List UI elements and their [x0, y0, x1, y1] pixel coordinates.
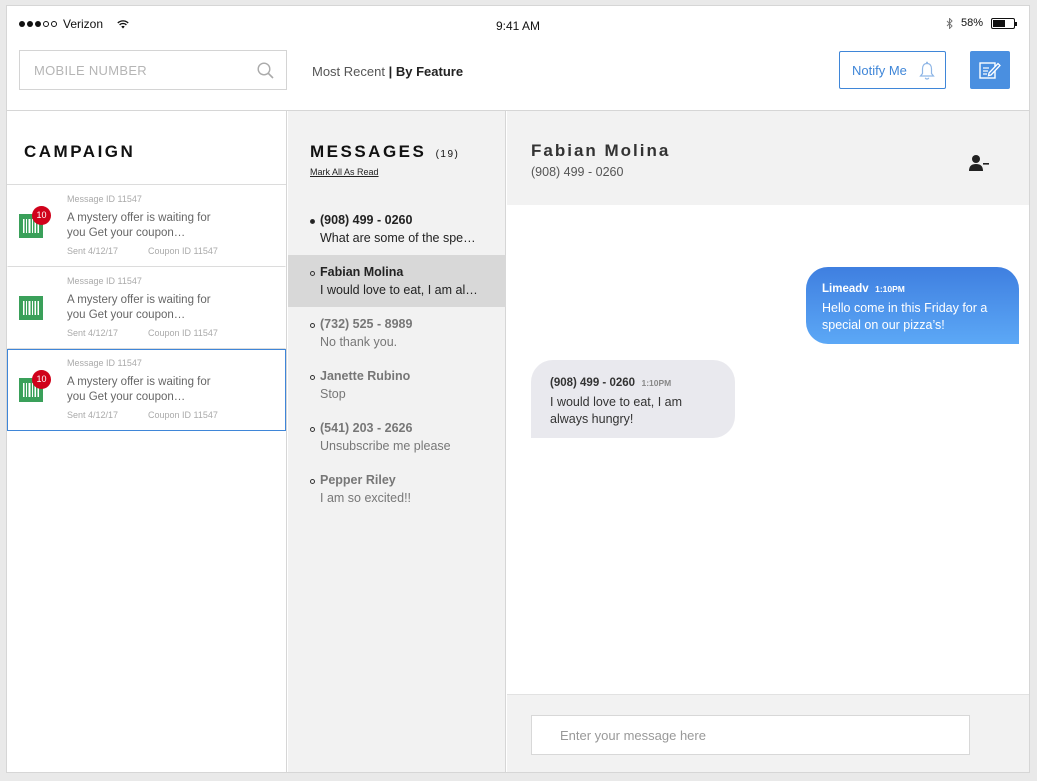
status-bar: Verizon 9:41 AM 58%: [7, 6, 1029, 42]
sort-selector: Most Recent | By Feature: [312, 64, 463, 79]
bubble-sender: (908) 499 - 0260: [550, 377, 636, 389]
unread-badge: 10: [32, 206, 51, 225]
search-box: [19, 50, 287, 90]
sort-most-recent[interactable]: Most Recent: [312, 64, 385, 79]
notify-me-label: Notify Me: [852, 62, 907, 78]
message-id: Message ID 11547: [67, 276, 142, 286]
message-preview: Stop: [320, 387, 346, 401]
list-item[interactable]: Pepper Riley I am so excited!!: [288, 463, 506, 515]
unread-dot: [310, 219, 315, 224]
coupon-id: Coupon ID 11547: [148, 246, 218, 256]
read-dot: [310, 271, 315, 276]
contact-phone: (908) 499 - 0260: [531, 165, 624, 179]
campaign-panel: CAMPAIGN 10 Message ID 11547 A mystery o…: [7, 111, 287, 772]
search-icon[interactable]: [257, 62, 274, 79]
read-dot: [310, 427, 315, 432]
message-preview: What are some of the specials today?: [320, 231, 480, 245]
conversation-panel: Fabian Molina (908) 499 - 0260 Limeadv 1…: [507, 111, 1029, 772]
message-id: Message ID 11547: [67, 358, 142, 368]
messages-title-text: MESSAGES: [310, 142, 427, 161]
list-item[interactable]: (732) 525 - 8989 No thank you.: [288, 307, 506, 359]
campaign-item[interactable]: Message ID 11547 A mystery offer is wait…: [7, 267, 286, 349]
bubble-body: Hello come in this Friday for a special …: [822, 301, 988, 332]
message-sender: Pepper Riley: [320, 473, 396, 487]
campaign-item[interactable]: 10 Message ID 11547 A mystery offer is w…: [7, 185, 286, 267]
conversation-header: Fabian Molina (908) 499 - 0260: [507, 111, 1029, 205]
read-dot: [310, 323, 315, 328]
bell-icon: [919, 61, 935, 80]
messages-panel: MESSAGES (19) Mark All As Read (908) 499…: [288, 111, 506, 772]
sent-date: Sent 4/12/17: [67, 328, 119, 338]
message-preview: I would love to eat, I am always hungry!: [320, 283, 480, 297]
campaign-item-selected[interactable]: 10 Message ID 11547 A mystery offer is w…: [7, 349, 286, 431]
message-input[interactable]: [531, 715, 970, 755]
coupon-id: Coupon ID 11547: [148, 328, 218, 338]
campaign-text: A mystery offer is waiting for you Get y…: [67, 376, 211, 403]
sent-date: Sent 4/12/17: [67, 246, 119, 256]
message-id: Message ID 11547: [67, 194, 142, 204]
read-dot: [310, 375, 315, 380]
sort-by-feature[interactable]: | By Feature: [389, 64, 463, 79]
bubble-time: 1:10PM: [875, 284, 905, 294]
status-time: 9:41 AM: [495, 19, 541, 33]
search-input[interactable]: [20, 51, 250, 89]
list-item[interactable]: (541) 203 - 2626 Unsubscribe me please: [288, 411, 506, 463]
campaign-text: A mystery offer is waiting for you Get y…: [67, 212, 211, 239]
messages-title: MESSAGES (19): [310, 142, 459, 162]
compose-icon: [979, 62, 1001, 79]
message-list: (908) 499 - 0260 What are some of the sp…: [288, 203, 506, 515]
message-preview: Unsubscribe me please: [320, 439, 451, 453]
notify-me-button[interactable]: Notify Me: [839, 51, 946, 89]
messages-count: (19): [435, 149, 460, 160]
status-right: 58%: [946, 17, 1017, 29]
bubble-body: I would love to eat, I am always hungry!: [550, 395, 683, 426]
app-frame: Verizon 9:41 AM 58% Most Recent | By Fea…: [6, 5, 1030, 773]
campaign-text: A mystery offer is waiting for you Get y…: [67, 294, 211, 321]
message-sender: (541) 203 - 2626: [320, 421, 413, 435]
barcode-icon: [19, 296, 43, 320]
message-sender: (732) 525 - 8989: [320, 317, 413, 331]
message-preview: I am so excited!!: [320, 491, 412, 505]
campaign-list: 10 Message ID 11547 A mystery offer is w…: [7, 184, 286, 431]
remove-user-icon[interactable]: [969, 154, 989, 172]
bubble-time: 1:10PM: [641, 378, 672, 388]
unread-badge: 10: [32, 370, 51, 389]
message-composer: [507, 694, 1029, 772]
list-item[interactable]: (908) 499 - 0260 What are some of the sp…: [288, 203, 506, 255]
message-sender: (908) 499 - 0260: [320, 213, 413, 227]
list-item[interactable]: Janette Rubino Stop: [288, 359, 506, 411]
coupon-id: Coupon ID 11547: [148, 410, 218, 420]
incoming-message-bubble: (908) 499 - 0260 1:10PM I would love to …: [531, 360, 735, 438]
message-preview: No thank you.: [320, 335, 398, 349]
bluetooth-icon: [946, 17, 953, 29]
message-sender: Fabian Molina: [320, 265, 404, 279]
message-sender: Janette Rubino: [320, 369, 411, 383]
list-item-selected[interactable]: Fabian Molina I would love to eat, I am …: [288, 255, 506, 307]
sent-date: Sent 4/12/17: [67, 410, 119, 420]
mark-all-read-link[interactable]: Mark All As Read: [310, 167, 379, 177]
outgoing-message-bubble: Limeadv 1:10PM Hello come in this Friday…: [806, 267, 1019, 344]
read-dot: [310, 479, 315, 484]
bubble-sender: Limeadv: [822, 283, 869, 295]
contact-name: Fabian Molina: [531, 141, 671, 160]
battery-icon: [991, 17, 1017, 29]
compose-button[interactable]: [970, 51, 1010, 89]
battery-percent: 58%: [960, 17, 983, 29]
campaign-title: CAMPAIGN: [24, 142, 136, 161]
